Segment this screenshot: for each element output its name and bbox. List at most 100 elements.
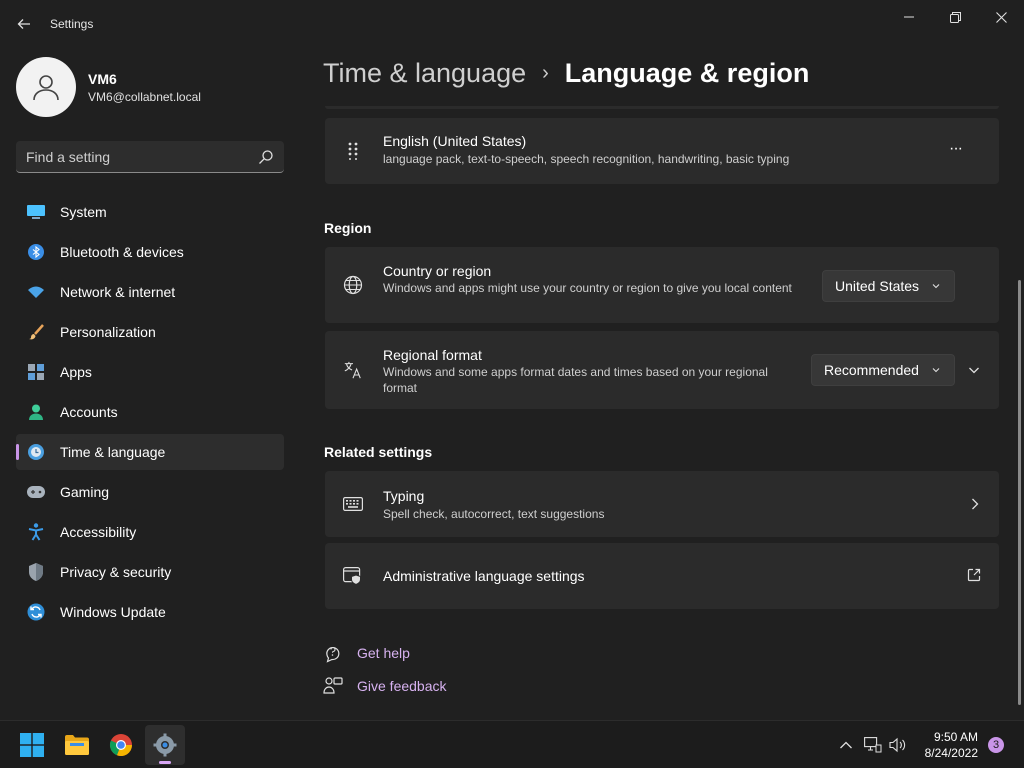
update-icon bbox=[27, 603, 45, 621]
back-button[interactable] bbox=[12, 12, 36, 36]
wifi-icon bbox=[27, 283, 45, 301]
search-box[interactable] bbox=[16, 141, 284, 173]
sidebar-item-system[interactable]: System bbox=[16, 194, 284, 230]
chevron-down-icon bbox=[932, 284, 940, 289]
regional-format-dropdown-value: Recommended bbox=[824, 362, 919, 378]
give-feedback-link[interactable]: Give feedback bbox=[323, 676, 447, 696]
language-title: English (United States) bbox=[383, 133, 527, 149]
maximize-button[interactable] bbox=[932, 6, 978, 28]
user-icon bbox=[33, 75, 59, 101]
regional-format-card[interactable]: Regional format Windows and some apps fo… bbox=[325, 331, 999, 409]
bluetooth-icon bbox=[27, 243, 45, 261]
sidebar-nav: System Bluetooth & devices Network & int… bbox=[16, 194, 284, 634]
close-icon bbox=[995, 11, 1007, 23]
chrome-icon bbox=[109, 734, 133, 757]
profile-name: VM6 bbox=[88, 70, 117, 87]
file-explorer-button[interactable] bbox=[57, 725, 97, 765]
breadcrumb: Time & language › Language & region bbox=[323, 58, 809, 89]
regional-format-title: Regional format bbox=[383, 347, 482, 363]
chrome-button[interactable] bbox=[101, 725, 141, 765]
close-button[interactable] bbox=[978, 6, 1024, 28]
typing-card[interactable]: Typing Spell check, autocorrect, text su… bbox=[325, 471, 999, 537]
active-app-indicator bbox=[159, 761, 171, 764]
get-help-link[interactable]: Get help bbox=[323, 643, 410, 663]
settings-taskbar-button[interactable] bbox=[145, 725, 185, 765]
time-language-icon bbox=[27, 443, 45, 461]
sidebar-item-gaming[interactable]: Gaming bbox=[16, 474, 284, 510]
minimize-icon bbox=[904, 16, 914, 18]
more-options-button[interactable]: ··· bbox=[949, 140, 963, 158]
clock-date: 8/24/2022 bbox=[924, 746, 978, 760]
restore-icon bbox=[949, 11, 961, 23]
admin-language-settings-card[interactable]: Administrative language settings bbox=[325, 543, 999, 609]
sidebar-item-apps[interactable]: Apps bbox=[16, 354, 284, 390]
admin-language-settings-title: Administrative language settings bbox=[383, 568, 585, 584]
sidebar-item-windows-update[interactable]: Windows Update bbox=[16, 594, 284, 630]
breadcrumb-parent[interactable]: Time & language bbox=[323, 58, 526, 89]
feedback-icon bbox=[323, 676, 343, 696]
minimize-button[interactable] bbox=[886, 6, 932, 28]
start-button[interactable] bbox=[12, 725, 52, 765]
gaming-icon bbox=[27, 483, 45, 501]
country-dropdown-value: United States bbox=[835, 278, 920, 294]
title-bar: Settings bbox=[0, 0, 1024, 48]
sidebar-item-bluetooth[interactable]: Bluetooth & devices bbox=[16, 234, 284, 270]
sidebar-item-accessibility[interactable]: Accessibility bbox=[16, 514, 284, 550]
taskbar: 9:50 AM 8/24/2022 3 bbox=[0, 720, 1024, 768]
expand-chevron-icon[interactable] bbox=[967, 363, 981, 377]
chevron-right-icon bbox=[969, 497, 981, 511]
language-card-english[interactable]: English (United States) language pack, t… bbox=[325, 118, 999, 184]
apps-icon bbox=[27, 363, 45, 381]
accounts-icon bbox=[27, 403, 45, 421]
country-dropdown[interactable]: United States bbox=[822, 270, 955, 302]
network-icon[interactable] bbox=[863, 735, 883, 755]
sidebar-item-privacy[interactable]: Privacy & security bbox=[16, 554, 284, 590]
search-icon[interactable] bbox=[258, 149, 274, 165]
sidebar-item-time-language[interactable]: Time & language bbox=[16, 434, 284, 470]
regional-format-dropdown[interactable]: Recommended bbox=[811, 354, 955, 386]
regional-format-description: Windows and some apps format dates and t… bbox=[383, 365, 768, 395]
help-icon bbox=[323, 643, 343, 663]
page-title: Language & region bbox=[564, 58, 810, 88]
scrolled-card-edge bbox=[325, 106, 999, 109]
scrollbar[interactable] bbox=[1018, 280, 1021, 705]
country-region-card: Country or region Windows and apps might… bbox=[325, 247, 999, 323]
sidebar-item-personalization[interactable]: Personalization bbox=[16, 314, 284, 350]
settings-icon bbox=[153, 733, 177, 757]
system-clock[interactable]: 9:50 AM 8/24/2022 bbox=[912, 729, 978, 761]
region-heading: Region bbox=[324, 220, 372, 236]
accessibility-icon bbox=[27, 523, 45, 541]
typing-description: Spell check, autocorrect, text suggestio… bbox=[383, 507, 605, 521]
back-arrow-icon bbox=[17, 19, 30, 29]
get-help-label: Get help bbox=[357, 645, 410, 661]
notification-badge[interactable]: 3 bbox=[988, 737, 1004, 753]
related-settings-heading: Related settings bbox=[324, 444, 433, 460]
give-feedback-label: Give feedback bbox=[357, 678, 447, 694]
shield-icon bbox=[27, 563, 45, 581]
clock-time: 9:50 AM bbox=[933, 730, 978, 744]
keyboard-icon bbox=[343, 494, 363, 514]
file-explorer-icon bbox=[65, 735, 89, 755]
country-region-title: Country or region bbox=[383, 263, 492, 279]
show-hidden-icons-chevron-up-icon[interactable] bbox=[836, 735, 856, 755]
sidebar-item-network[interactable]: Network & internet bbox=[16, 274, 284, 310]
drag-handle-icon[interactable] bbox=[343, 141, 363, 161]
brush-icon bbox=[27, 323, 45, 341]
system-icon bbox=[27, 203, 45, 221]
user-profile[interactable]: VM6 VM6@collabnet.local bbox=[16, 56, 296, 118]
chevron-down-icon bbox=[932, 368, 940, 373]
country-region-description: Windows and apps might use your country … bbox=[383, 281, 792, 295]
search-input[interactable] bbox=[26, 141, 256, 172]
app-title: Settings bbox=[50, 17, 94, 31]
sidebar-item-accounts[interactable]: Accounts bbox=[16, 394, 284, 430]
volume-icon[interactable] bbox=[888, 735, 908, 755]
breadcrumb-separator: › bbox=[542, 62, 549, 84]
open-external-icon bbox=[967, 568, 981, 582]
typing-title: Typing bbox=[383, 488, 425, 504]
start-icon bbox=[20, 733, 44, 757]
admin-shield-window-icon bbox=[343, 566, 363, 586]
avatar bbox=[16, 57, 76, 117]
profile-email: VM6@collabnet.local bbox=[88, 89, 201, 104]
regional-format-icon bbox=[343, 360, 363, 380]
globe-icon bbox=[343, 275, 363, 295]
